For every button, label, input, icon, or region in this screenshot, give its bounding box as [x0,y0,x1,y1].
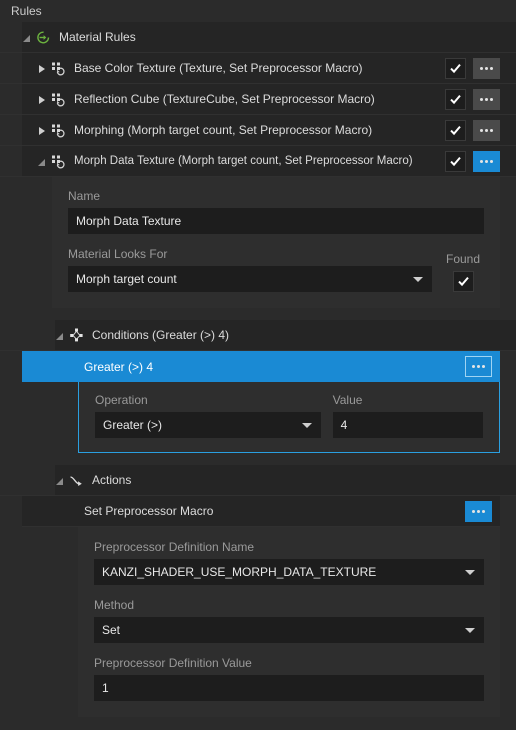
condition-editor-pane: Operation Greater (>) Value 4 [78,382,500,453]
chevron-down-icon [465,570,475,575]
preprocessor-definition-value-input[interactable]: 1 [94,675,484,701]
rule-menu-button-active[interactable] [473,150,500,172]
method-combo[interactable]: Set [94,617,484,643]
tree-indent-gutter [0,146,22,176]
rule-enabled-checkbox[interactable] [445,57,466,79]
action-row[interactable]: Set Preprocessor Macro [22,496,500,527]
tree-indent-gutter [0,320,55,350]
conditions-node-icon [68,327,85,344]
tree-indent-gutter [0,84,22,114]
action-menu-button[interactable] [465,500,492,522]
label-preprocessor-definition-value: Preprocessor Definition Value [94,656,252,670]
action-editor-pane: Preprocessor Definition Name KANZI_SHADE… [78,527,500,717]
material-rules-arrow-icon [35,29,52,46]
tree-indent-gutter [0,22,22,52]
method-value: Set [102,623,121,637]
expand-collapse-material-rules[interactable] [22,22,35,53]
editor-indent-gutter [0,527,78,717]
rule-enabled-checkbox[interactable] [445,150,466,172]
tree-label-actions: Actions [92,473,132,487]
field-material-looks-for: Material Looks For Morph target count Fo… [68,247,484,292]
expand-collapse-actions[interactable] [55,465,68,496]
tree-row-rule-selected[interactable]: Morph Data Texture (Morph target count, … [0,146,516,177]
field-operation: Operation Greater (>) [95,393,321,438]
rule-icon [50,153,67,170]
operation-value: Greater (>) [103,418,163,432]
spacer [0,308,516,320]
expand-collapse-rule[interactable] [37,115,50,146]
rule-icon [50,60,67,77]
operation-combo[interactable]: Greater (>) [95,412,321,438]
field-preprocessor-definition-name: Preprocessor Definition Name KANZI_SHADE… [94,540,484,585]
tree-row-conditions[interactable]: Conditions (Greater (>) 4) [0,320,516,351]
tree-row-rule[interactable]: Base Color Texture (Texture, Set Preproc… [0,53,516,84]
chevron-down-icon [413,277,423,282]
tree-row-material-rules[interactable]: Material Rules [0,22,516,53]
label-value: Value [332,393,363,407]
tree-indent-gutter [0,351,22,382]
material-looks-for-combo[interactable]: Morph target count [68,266,432,292]
panel-title: Rules [0,0,516,22]
rule-enabled-checkbox[interactable] [445,119,466,141]
rules-panel: Rules Material Rules Base Color Texture … [0,0,516,730]
rule-menu-button[interactable] [473,57,500,79]
tree-indent-gutter [0,465,55,495]
field-preprocessor-definition-value: Preprocessor Definition Value 1 [94,656,484,701]
expand-collapse-conditions[interactable] [55,320,68,351]
field-name: Name Morph Data Texture [68,189,484,234]
tree-label-rule: Base Color Texture (Texture, Set Preproc… [74,61,363,75]
preprocessor-definition-name-combo[interactable]: KANZI_SHADER_USE_MORPH_DATA_TEXTURE [94,559,484,585]
expand-collapse-rule[interactable] [37,53,50,84]
label-found: Found [445,252,481,266]
tree-label-rule: Reflection Cube (TextureCube, Set Prepro… [74,92,375,106]
condition-row-selected[interactable]: Greater (>) 4 [22,351,500,382]
expand-collapse-rule[interactable] [37,146,50,177]
chevron-down-icon [301,423,312,428]
field-method: Method Set [94,598,484,643]
preprocessor-definition-value-text: 1 [102,681,109,695]
rule-enabled-checkbox[interactable] [445,88,466,110]
actions-arrow-icon [68,472,85,489]
action-label: Set Preprocessor Macro [84,504,214,518]
value-input[interactable]: 4 [332,412,483,438]
label-preprocessor-definition-name: Preprocessor Definition Name [94,540,255,554]
tree-indent-gutter [0,53,22,83]
tree-label-rule: Morph Data Texture (Morph target count, … [74,155,413,167]
rules-tree: Material Rules Base Color Texture (Textu… [0,22,516,730]
field-value: Value 4 [332,393,483,438]
preprocessor-definition-name-value: KANZI_SHADER_USE_MORPH_DATA_TEXTURE [102,565,377,579]
tree-indent-gutter [0,115,22,145]
found-column: Found [442,252,484,292]
name-input-value: Morph Data Texture [76,214,182,228]
tree-label-conditions: Conditions (Greater (>) 4) [92,328,230,342]
editor-indent-gutter [0,382,78,453]
editor-indent-gutter [0,177,52,308]
found-checkbox[interactable] [452,271,474,292]
tree-row-rule[interactable]: Reflection Cube (TextureCube, Set Prepro… [0,84,516,115]
rule-menu-button[interactable] [473,119,500,141]
tree-row-rule[interactable]: Morphing (Morph target count, Set Prepro… [0,115,516,146]
material-looks-for-value: Morph target count [76,272,177,286]
rule-icon [50,91,67,108]
name-input[interactable]: Morph Data Texture [68,208,484,234]
condition-menu-button[interactable] [465,356,492,377]
rule-editor-pane: Name Morph Data Texture Material Looks F… [52,177,500,308]
label-material-looks-for: Material Looks For [68,247,168,261]
tree-label-rule: Morphing (Morph target count, Set Prepro… [74,123,373,137]
rule-menu-button[interactable] [473,88,500,110]
label-operation: Operation [95,393,148,407]
tree-indent-gutter [0,496,22,527]
label-method: Method [94,598,135,612]
chevron-down-icon [465,628,475,633]
expand-collapse-rule[interactable] [37,84,50,115]
tree-row-actions[interactable]: Actions [0,465,516,496]
condition-label: Greater (>) 4 [84,359,154,374]
tree-label-material-rules: Material Rules [59,30,136,44]
spacer [0,453,516,465]
value-input-value: 4 [340,418,348,432]
label-name: Name [68,189,101,203]
rule-icon [50,122,67,139]
